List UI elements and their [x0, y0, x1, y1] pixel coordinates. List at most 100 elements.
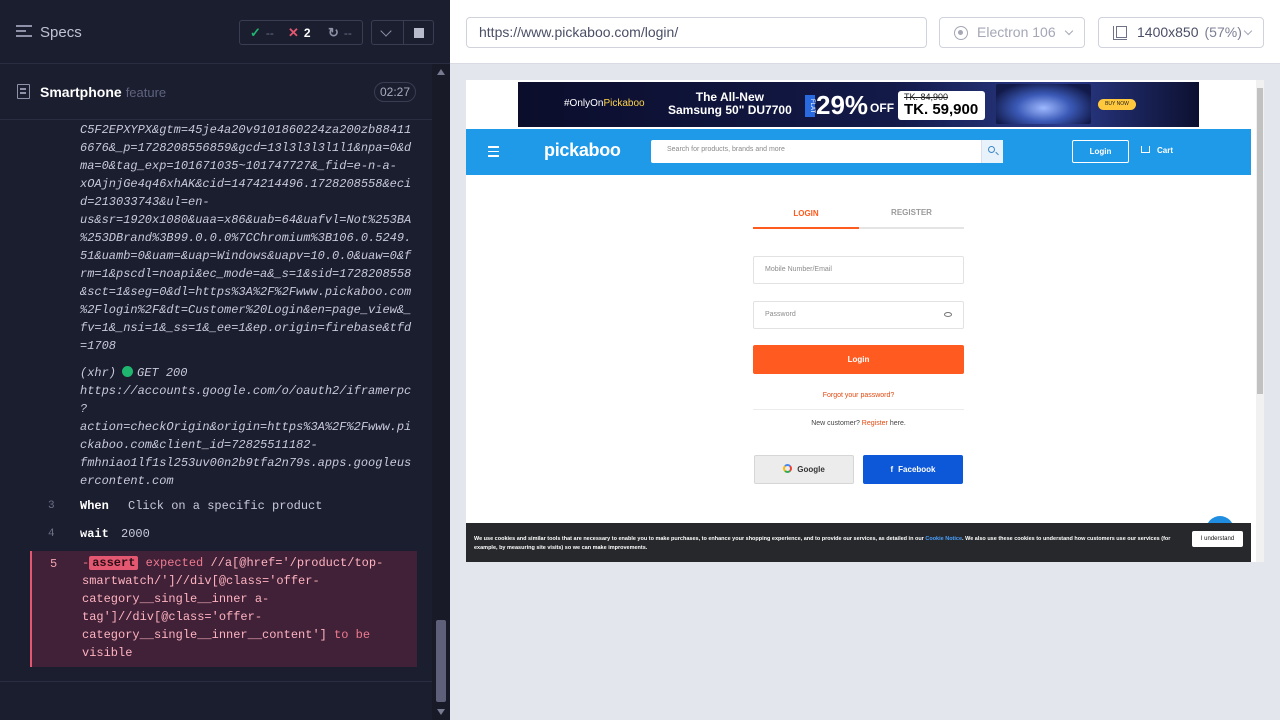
discount-off: OFF	[870, 101, 895, 115]
command-row[interactable]: 3 When Click on a specific product	[30, 493, 416, 521]
spec-extension: feature	[125, 85, 167, 100]
spinner-icon: ↻	[328, 25, 339, 40]
log-line: ercontent.com	[80, 474, 174, 488]
tv-product-image	[996, 84, 1091, 124]
spec-duration: 02:27	[374, 82, 416, 102]
viewport-size: 1400x850	[1137, 24, 1199, 40]
scroll-thumb[interactable]	[436, 620, 446, 702]
selector-text: category__single__inner__content']	[82, 628, 327, 642]
xhr-status: GET 200	[137, 366, 188, 380]
assertion-line: category__single__inner__content'] to be	[82, 626, 412, 644]
here-text: here.	[889, 420, 906, 427]
new-customer-label: New customer?	[811, 420, 860, 427]
discount-value: 29%	[816, 90, 869, 120]
test-stats: ✓ -- ✕ 2 ↻ --	[239, 20, 363, 45]
reporter-scrollbar[interactable]	[432, 64, 450, 720]
promo-brand: Pickaboo	[603, 98, 645, 109]
log-line: ma=0&tag_exp=101671035~101747727&_fid=e-…	[80, 159, 397, 173]
runner-controls	[371, 20, 434, 45]
selector-text: //a[@href='/product/top-	[210, 556, 384, 570]
password-field[interactable]: Password	[753, 301, 964, 329]
url-bar[interactable]: https://www.pickaboo.com/login/	[466, 17, 927, 48]
log-line: action=checkOrigin&origin=https%3A%2F%2F…	[80, 420, 412, 434]
failed-count: 2	[303, 26, 311, 40]
google-label: Google	[797, 465, 825, 474]
command-number: 4	[48, 528, 55, 540]
divider	[403, 21, 404, 44]
selector-text: category__single__inner a-	[82, 592, 270, 606]
site-logo[interactable]: pickaboo	[544, 140, 621, 161]
cookie-banner: We use cookies and similar tools that ar…	[466, 523, 1251, 562]
log-line: us&sr=1920x1080&uaa=x86&uab=64&uafvl=Not…	[80, 213, 412, 227]
facebook-label: Facebook	[898, 465, 936, 474]
search-icon	[988, 146, 995, 153]
log-line: xOAjnjGe4q46xhAK&cid=1474214496.17282085…	[80, 177, 412, 191]
pending-stat: ↻ --	[328, 25, 352, 41]
aut-scrollbar[interactable]	[1256, 80, 1264, 562]
mobile-email-field[interactable]: Mobile Number/Email	[753, 256, 964, 284]
cookie-notice-link[interactable]: Cookie Notice	[925, 536, 962, 542]
chevron-down-icon	[1243, 26, 1253, 36]
register-link[interactable]: Register	[862, 420, 888, 427]
site-search[interactable]: Search for products, brands and more	[651, 140, 1003, 163]
buy-now-button[interactable]: BUY NOW	[1098, 99, 1136, 110]
command-message: Click on a specific product	[128, 499, 323, 513]
scroll-up-icon[interactable]	[437, 69, 445, 75]
google-icon	[783, 464, 793, 473]
cart-icon[interactable]	[1141, 146, 1150, 153]
price-box: TK. 84,900 TK. 59,900	[898, 91, 985, 120]
eye-icon[interactable]	[944, 312, 952, 317]
status-dot-icon	[122, 366, 134, 377]
forgot-password-link[interactable]: Forgot your password?	[753, 392, 964, 399]
viewport-selector[interactable]: 1400x850 (57%)	[1098, 17, 1264, 48]
cookie-accept-button[interactable]: I understand	[1192, 531, 1243, 547]
facebook-login-button[interactable]: f Facebook	[863, 455, 963, 484]
spec-header[interactable]: Smartphone feature 02:27	[0, 64, 432, 120]
log-line: 6676&_p=1728208556859&gcd=13l3l3l3l1l1&n…	[80, 141, 412, 155]
google-login-button[interactable]: Google	[754, 455, 854, 484]
specs-label[interactable]: Specs	[40, 24, 82, 41]
file-icon	[17, 84, 30, 99]
command-row[interactable]: 4 wait 2000	[30, 521, 416, 549]
new-price: TK. 59,900	[904, 101, 979, 118]
app-under-test: #OnlyOnPickaboo The All-New Samsung 50" …	[466, 80, 1264, 562]
site-navbar: pickaboo Search for products, brands and…	[466, 129, 1251, 175]
cart-link[interactable]: Cart	[1157, 146, 1173, 155]
log-line: %2Flogin%2F&dt=Customer%20Login&en=page_…	[80, 303, 412, 317]
command-log: C5F2EPXYPX&gtm=45je4a20v9101860224za200z…	[0, 121, 432, 681]
search-placeholder: Search for products, brands and more	[667, 146, 785, 153]
failed-assertion[interactable]: 5 - assert expected //a[@href='/product/t…	[30, 551, 417, 667]
log-line: &sct=1&seg=0&dl=https%3A%2F%2Fwww.pickab…	[80, 285, 412, 299]
command-name: wait	[80, 527, 109, 541]
failed-stat: ✕ 2	[288, 25, 311, 41]
passed-count: --	[265, 26, 274, 40]
log-line: rm=1&pscdl=noapi&ec_mode=a&_s=1&sid=1728…	[80, 267, 412, 281]
scroll-down-icon[interactable]	[437, 709, 445, 715]
log-line: =1708	[80, 339, 117, 353]
nav-login-button[interactable]: Login	[1072, 140, 1129, 163]
promo-only-on: #OnlyOnPickaboo	[564, 98, 645, 109]
stop-icon[interactable]	[414, 28, 424, 38]
menu-icon[interactable]	[488, 146, 499, 160]
scroll-thumb[interactable]	[1257, 88, 1263, 394]
promo-banner[interactable]: #OnlyOnPickaboo The All-New Samsung 50" …	[518, 82, 1199, 127]
xhr-entry[interactable]: (xhr) GET 200	[80, 364, 187, 382]
tab-register[interactable]: REGISTER	[859, 205, 964, 229]
selector-text: tag']//div[@class='offer-	[82, 610, 263, 624]
chevron-down-icon	[1064, 26, 1074, 36]
tab-login[interactable]: LOGIN	[753, 205, 859, 229]
xhr-label: (xhr)	[80, 366, 117, 380]
search-button[interactable]	[981, 140, 1003, 163]
chevron-down-icon[interactable]	[380, 25, 392, 37]
command-message: 2000	[121, 527, 150, 541]
electron-icon	[954, 26, 968, 40]
browser-selector[interactable]: Electron 106	[939, 17, 1085, 48]
divider	[753, 409, 964, 410]
log-line: 51&uamb=0&uam=&uap=Windows&uapv=10.0.0&u…	[80, 249, 412, 263]
specs-list-icon[interactable]	[16, 25, 32, 39]
promo-title: The All-New Samsung 50" DU7700	[668, 91, 792, 117]
login-button[interactable]: Login	[753, 345, 964, 374]
reporter-header: Specs ✓ -- ✕ 2 ↻ --	[0, 0, 450, 64]
cookie-text: We use cookies and similar tools that ar…	[474, 535, 1174, 553]
log-line: d=213033743&ul=en-	[80, 195, 210, 209]
